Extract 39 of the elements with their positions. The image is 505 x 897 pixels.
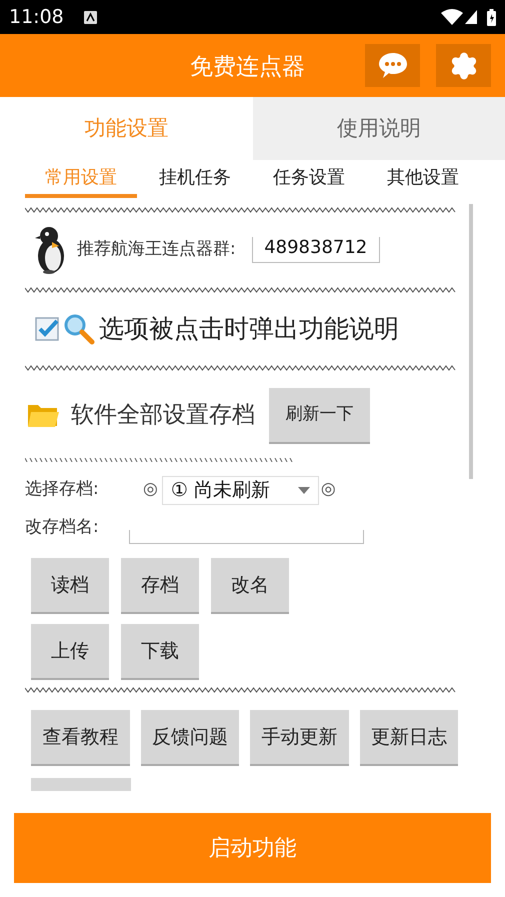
archive-title: 软件全部设置存档 (71, 400, 255, 430)
app-title: 免费连点器 (190, 53, 305, 82)
group-label: 推荐航海王连点器群: (77, 238, 236, 262)
dropdown-caret-icon (298, 486, 310, 494)
action-button[interactable]: 上传 (31, 624, 109, 678)
notification-icon (84, 10, 97, 24)
group-number-field[interactable]: 489838712 (252, 237, 380, 263)
action-button[interactable]: 存档 (121, 558, 199, 612)
refresh-button[interactable]: 刷新一下 (269, 388, 370, 442)
signal-icon (465, 10, 477, 24)
tab[interactable]: 使用说明 (252, 97, 505, 160)
subtab[interactable]: 任务设置 (253, 160, 365, 198)
subtab[interactable]: 挂机任务 (139, 160, 251, 198)
status-time: 11:08 (9, 4, 64, 30)
action-button[interactable]: 查看教程 (31, 710, 130, 764)
action-button[interactable]: 手动更新 (250, 710, 348, 764)
action-button[interactable]: 下载 (121, 624, 199, 678)
scrollbar[interactable] (469, 204, 473, 479)
rename-label: 改存档名: (25, 516, 100, 540)
rename-field[interactable] (129, 530, 364, 544)
subtab[interactable]: 其他设置 (367, 160, 479, 198)
magnifier-icon (63, 313, 95, 345)
chat-button[interactable] (365, 44, 420, 87)
action-button[interactable]: 反馈问题 (140, 710, 239, 764)
next-symbol[interactable]: ◎ (320, 477, 336, 503)
penguin-icon (35, 226, 67, 274)
archive-dropdown[interactable]: ① 尚未刷新 (162, 476, 319, 504)
option-label: 选项被点击时弹出功能说明 (99, 313, 399, 346)
select-archive-label: 选择存档: (25, 478, 100, 502)
folder-icon (27, 402, 59, 428)
wifi-icon (441, 9, 463, 25)
previous-symbol[interactable]: ◎ (143, 477, 158, 503)
action-button[interactable]: 更新日志 (360, 710, 458, 764)
checkbox[interactable] (35, 317, 59, 341)
chat-icon (378, 52, 408, 79)
action-button[interactable]: 改名 (211, 558, 289, 612)
action-button[interactable]: 读档 (31, 558, 109, 612)
settings-button[interactable] (436, 44, 491, 87)
battery-icon (487, 8, 496, 26)
